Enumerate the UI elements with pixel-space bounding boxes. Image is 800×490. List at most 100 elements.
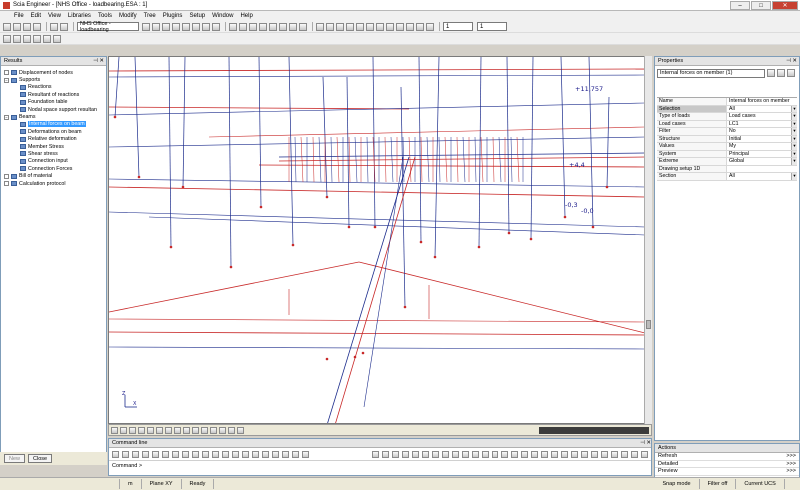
view-zoom-icon[interactable] [210, 426, 217, 434]
save-icon[interactable] [23, 22, 31, 31]
command-tool-icon[interactable] [581, 450, 589, 458]
command-tool-icon[interactable] [541, 450, 549, 458]
section-icon[interactable] [366, 22, 374, 31]
picture-gallery-icon[interactable] [192, 22, 200, 31]
tree-item[interactable]: Shear stress [4, 150, 106, 157]
settings-icon[interactable] [416, 22, 424, 31]
command-tool-icon[interactable] [431, 450, 439, 458]
command-tool-icon[interactable] [201, 450, 209, 458]
chevron-down-icon[interactable]: ▼ [791, 128, 797, 135]
chevron-down-icon[interactable]: ▼ [791, 158, 797, 165]
menu-file[interactable]: File [14, 13, 24, 19]
view-labels-icon[interactable] [165, 426, 172, 434]
view-nodes-icon[interactable] [174, 426, 181, 434]
cut-icon[interactable] [386, 22, 394, 31]
menu-view[interactable]: View [48, 13, 61, 19]
command-tool-icon[interactable] [491, 450, 499, 458]
zoom-out-icon[interactable] [269, 22, 277, 31]
command-tool-icon[interactable] [621, 450, 629, 458]
tree-item[interactable]: Deformations on beam [4, 128, 106, 135]
menu-window[interactable]: Window [212, 13, 233, 19]
command-tool-icon[interactable] [281, 450, 289, 458]
filter-icon[interactable] [43, 34, 51, 43]
command-tool-icon[interactable] [601, 450, 609, 458]
menu-libraries[interactable]: Libraries [68, 13, 91, 19]
tree-item[interactable]: Internal forces on beam [4, 121, 106, 128]
command-tool-icon[interactable] [231, 450, 239, 458]
properties-selector-combo[interactable]: Internal forces on member (1) [657, 68, 765, 78]
command-tool-icon[interactable] [471, 450, 479, 458]
undo-icon[interactable] [50, 22, 58, 31]
view-supports-icon[interactable] [192, 426, 199, 434]
select-all-icon[interactable] [239, 22, 247, 31]
command-tool-icon[interactable] [571, 450, 579, 458]
expand-toggle-icon[interactable]: − [4, 114, 9, 120]
grid-icon[interactable] [346, 22, 354, 31]
expand-toggle-icon[interactable] [4, 173, 9, 179]
property-row[interactable]: Values My ▼ [657, 143, 797, 151]
zoom-in-icon[interactable] [259, 22, 267, 31]
action-row[interactable]: Detailed >>> [655, 461, 799, 468]
minimize-button[interactable]: – [730, 1, 750, 10]
property-value[interactable]: Load cases ▼ [727, 113, 797, 120]
tree-item[interactable]: Connection input [4, 158, 106, 165]
command-tool-icon[interactable] [451, 450, 459, 458]
structure-model-drawing[interactable] [109, 57, 652, 424]
command-tool-icon[interactable] [301, 450, 309, 458]
tree-item[interactable]: Member Stress [4, 143, 106, 150]
view-front-icon[interactable] [111, 426, 118, 434]
command-tool-icon[interactable] [381, 450, 389, 458]
bookmark-icon[interactable] [13, 34, 21, 43]
document-icon[interactable] [182, 22, 190, 31]
property-value[interactable]: No ▼ [727, 128, 797, 135]
new-button[interactable]: New [4, 454, 26, 463]
command-tool-icon[interactable] [131, 450, 139, 458]
command-tool-icon[interactable] [261, 450, 269, 458]
scroll-thumb[interactable] [646, 320, 651, 329]
zoom-all-icon[interactable] [279, 22, 287, 31]
panel-pin-icon[interactable]: ⊣ ✕ [640, 440, 651, 446]
expand-toggle-icon[interactable] [4, 181, 9, 187]
command-tool-icon[interactable] [161, 450, 169, 458]
property-value[interactable]: Principal ▼ [727, 150, 797, 157]
action-button[interactable]: >>> [786, 468, 796, 475]
new-file-icon[interactable] [3, 22, 11, 31]
view-side-icon[interactable] [120, 426, 127, 434]
status-filter[interactable]: Filter off [700, 479, 737, 489]
command-tool-icon[interactable] [551, 450, 559, 458]
command-input[interactable]: Command > [109, 461, 651, 471]
command-tool-icon[interactable] [112, 450, 119, 458]
command-tool-icon[interactable] [531, 450, 539, 458]
command-tool-icon[interactable] [221, 450, 229, 458]
view-loads-icon[interactable] [183, 426, 190, 434]
structure-icon[interactable] [142, 22, 150, 31]
command-tool-icon[interactable] [631, 450, 639, 458]
menu-modify[interactable]: Modify [119, 13, 137, 19]
chevron-down-icon[interactable]: ▼ [791, 150, 797, 157]
tree-item[interactable]: Calculation protocol [4, 180, 106, 187]
action-button[interactable]: >>> [786, 461, 796, 468]
command-tool-icon[interactable] [241, 450, 249, 458]
node-icon[interactable] [53, 34, 61, 43]
view-color-icon[interactable] [228, 426, 235, 434]
command-tool-icon[interactable] [501, 450, 509, 458]
view-render-icon[interactable] [147, 426, 154, 434]
command-tool-icon[interactable] [211, 450, 219, 458]
action-button[interactable]: >>> [786, 453, 796, 460]
menu-help[interactable]: Help [240, 13, 252, 19]
command-tool-icon[interactable] [591, 450, 599, 458]
command-tool-icon[interactable] [401, 450, 409, 458]
menu-plugins[interactable]: Plugins [163, 13, 183, 19]
command-tool-icon[interactable] [511, 450, 519, 458]
tree-item[interactable]: Resultant of reactions [4, 91, 106, 98]
property-value[interactable] [727, 166, 797, 173]
command-tool-icon[interactable] [561, 450, 569, 458]
chevron-down-icon[interactable]: ▼ [791, 135, 797, 142]
command-tool-icon[interactable] [391, 450, 399, 458]
tree-item[interactable]: Nodal space support resultan [4, 106, 106, 113]
panel-pin-icon[interactable]: ⊣ ✕ [786, 58, 797, 64]
property-row[interactable]: Name Internal forces on member [657, 98, 797, 106]
menu-setup[interactable]: Setup [189, 13, 205, 19]
chevron-down-icon[interactable]: ▼ [791, 173, 797, 180]
property-value[interactable]: My ▼ [727, 143, 797, 150]
